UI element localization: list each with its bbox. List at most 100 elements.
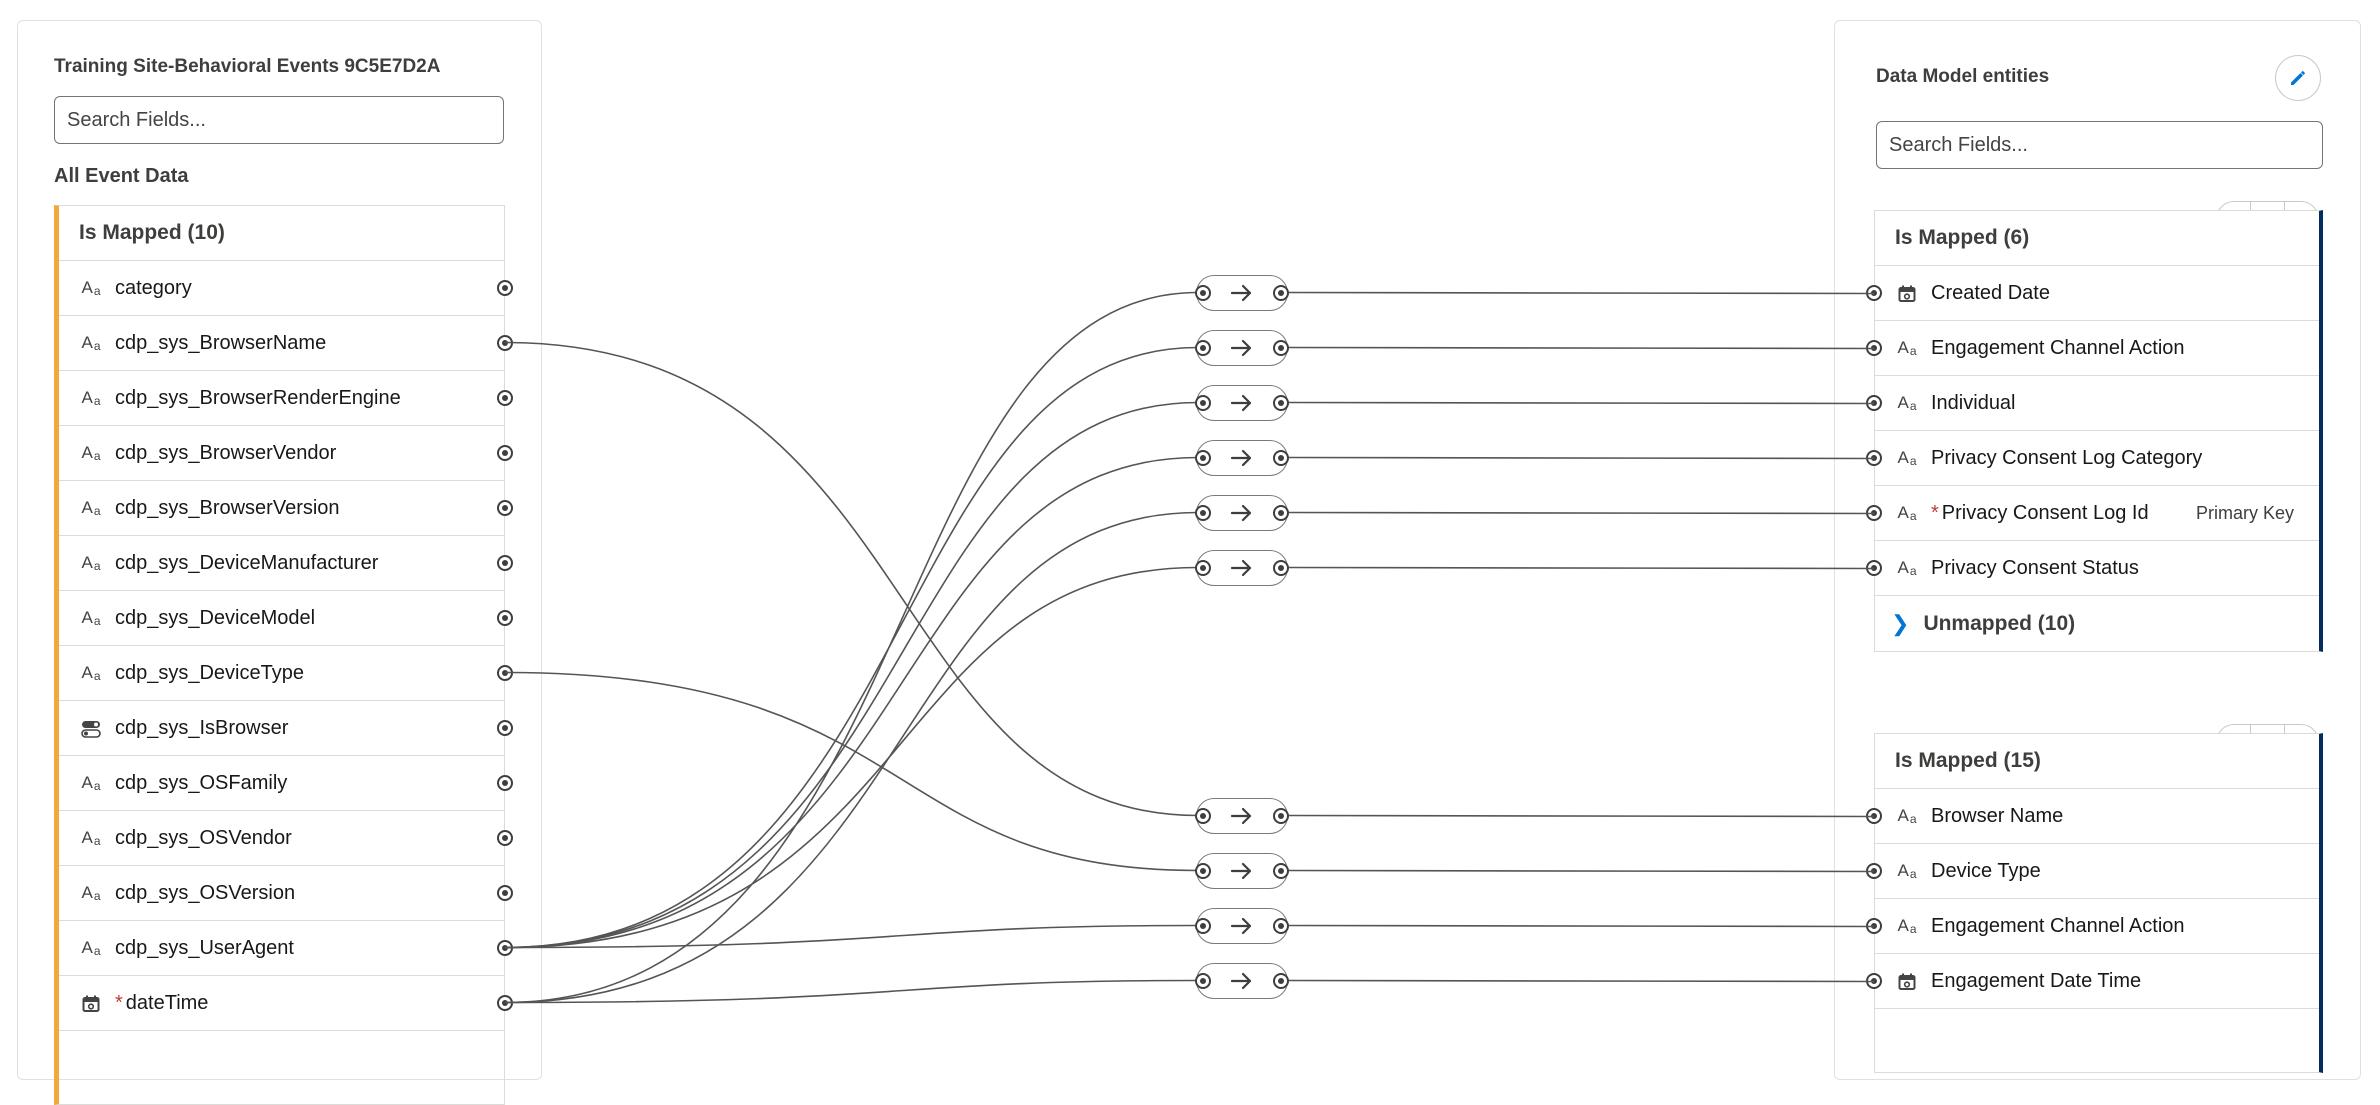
source-field-row[interactable]: * dateTime [59, 976, 513, 1031]
entity-mapped-group-header[interactable]: Is Mapped (6) [1875, 211, 2319, 266]
target-field-row[interactable]: Aa Engagement Channel Action [1866, 321, 2319, 376]
node-input-handle[interactable] [1195, 862, 1211, 879]
mapping-node[interactable] [1195, 907, 1289, 944]
source-field-row[interactable]: Aa cdp_sys_DeviceManufacturer [59, 536, 513, 591]
target-field-row[interactable]: Aa * Privacy Consent Log Id Primary Key [1866, 486, 2319, 541]
node-input-handle[interactable] [1195, 284, 1211, 301]
source-field-row[interactable]: Aa cdp_sys_BrowserVendor [59, 426, 513, 481]
target-field-row[interactable]: Aa Device Type [1866, 844, 2319, 899]
source-field-row[interactable]: Aa cdp_sys_UserAgent [59, 921, 513, 976]
mapping-line-source [504, 291, 1199, 1004]
target-field-row[interactable]: Engagement Date Time [1866, 954, 2319, 1009]
target-field-row[interactable]: Created Date [1866, 266, 2319, 321]
node-input-handle[interactable] [1195, 972, 1211, 989]
target-field-label: Privacy Consent Log Category [1931, 446, 2203, 469]
target-connector-handle[interactable] [1866, 560, 1882, 576]
node-input-handle[interactable] [1195, 339, 1211, 356]
mapping-node[interactable] [1195, 549, 1289, 586]
source-field-row[interactable]: Aa cdp_sys_BrowserName [59, 316, 513, 371]
target-search-input[interactable] [1876, 121, 2323, 169]
target-connector-handle[interactable] [1866, 918, 1882, 934]
node-input-handle[interactable] [1195, 559, 1211, 576]
mapping-line-target [1287, 924, 1875, 928]
source-connector-handle[interactable] [497, 775, 513, 791]
mapping-node[interactable] [1195, 494, 1289, 531]
node-input-handle[interactable] [1195, 807, 1211, 824]
text-type-icon: Aa [81, 828, 101, 848]
target-connector-handle[interactable] [1866, 505, 1882, 521]
target-field-label: Engagement Channel Action [1931, 914, 2185, 937]
source-field-row[interactable]: Aa cdp_sys_BrowserRenderEngine [59, 371, 513, 426]
target-connector-handle[interactable] [1866, 340, 1882, 356]
node-output-handle[interactable] [1273, 972, 1289, 989]
source-search-input[interactable] [54, 96, 504, 144]
node-input-handle[interactable] [1195, 917, 1211, 934]
source-mapped-group-header[interactable]: Is Mapped (10) [59, 206, 504, 261]
source-field-row[interactable]: Aa cdp_sys_BrowserVersion [59, 481, 513, 536]
target-field-row[interactable]: Aa Engagement Channel Action [1866, 899, 2319, 954]
mapping-node[interactable] [1195, 962, 1289, 999]
mapping-node[interactable] [1195, 329, 1289, 366]
source-field-row[interactable]: Aa cdp_sys_OSFamily [59, 756, 513, 811]
node-output-handle[interactable] [1273, 284, 1289, 301]
source-connector-handle[interactable] [497, 720, 513, 736]
mapping-node[interactable] [1195, 274, 1289, 311]
source-connector-handle[interactable] [497, 665, 513, 681]
text-type-icon: Aa [1897, 503, 1917, 523]
source-connector-handle[interactable] [497, 335, 513, 351]
node-output-handle[interactable] [1273, 339, 1289, 356]
source-connector-handle[interactable] [497, 995, 513, 1011]
target-field-row[interactable]: Aa Individual [1866, 376, 2319, 431]
arrow-right-icon [1230, 807, 1252, 824]
source-connector-handle[interactable] [497, 555, 513, 571]
source-connector-handle[interactable] [497, 610, 513, 626]
node-output-handle[interactable] [1273, 449, 1289, 466]
required-marker: * [115, 991, 123, 1014]
source-field-row[interactable]: cdp_sys_IsBrowser [59, 701, 513, 756]
target-connector-handle[interactable] [1866, 285, 1882, 301]
node-input-handle[interactable] [1195, 394, 1211, 411]
entity-mapped-group-header[interactable]: Is Mapped (15) [1875, 734, 2319, 789]
target-connector-handle[interactable] [1866, 973, 1882, 989]
mapping-node[interactable] [1195, 384, 1289, 421]
text-type-icon: Aa [1897, 448, 1917, 468]
source-connector-handle[interactable] [497, 940, 513, 956]
calendar-type-icon [1895, 971, 1919, 991]
source-connector-handle[interactable] [497, 280, 513, 296]
target-field-row[interactable]: Aa Browser Name [1866, 789, 2319, 844]
mapping-node[interactable] [1195, 852, 1289, 889]
source-field-row[interactable]: Aa cdp_sys_DeviceType [59, 646, 513, 701]
mapping-node[interactable] [1195, 797, 1289, 834]
target-connector-handle[interactable] [1866, 808, 1882, 824]
source-connector-handle[interactable] [497, 885, 513, 901]
node-input-handle[interactable] [1195, 504, 1211, 521]
node-output-handle[interactable] [1273, 559, 1289, 576]
source-field-label: cdp_sys_DeviceType [115, 661, 304, 684]
source-connector-handle[interactable] [497, 390, 513, 406]
target-field-row[interactable]: Aa Privacy Consent Log Category [1866, 431, 2319, 486]
edit-entities-button[interactable] [2275, 55, 2321, 101]
source-field-row[interactable]: Aa category [59, 261, 513, 316]
target-connector-handle[interactable] [1866, 450, 1882, 466]
node-input-handle[interactable] [1195, 449, 1211, 466]
source-field-row[interactable]: Aa cdp_sys_DeviceModel [59, 591, 513, 646]
text-type-icon: Aa [81, 388, 101, 408]
node-output-handle[interactable] [1273, 917, 1289, 934]
source-connector-handle[interactable] [497, 830, 513, 846]
target-field-row[interactable]: Aa Privacy Consent Status [1866, 541, 2319, 596]
source-connector-handle[interactable] [497, 500, 513, 516]
node-output-handle[interactable] [1273, 862, 1289, 879]
target-field-label: Privacy Consent Status [1931, 556, 2139, 579]
source-field-row[interactable]: Aa cdp_sys_OSVersion [59, 866, 513, 921]
target-connector-handle[interactable] [1866, 395, 1882, 411]
target-connector-handle[interactable] [1866, 863, 1882, 879]
source-field-row[interactable]: Aa cdp_sys_OSVendor [59, 811, 513, 866]
node-output-handle[interactable] [1273, 807, 1289, 824]
text-type-icon: Aa [1897, 558, 1917, 578]
mapping-node[interactable] [1195, 439, 1289, 476]
node-output-handle[interactable] [1273, 394, 1289, 411]
source-field-label: dateTime [125, 991, 209, 1014]
node-output-handle[interactable] [1273, 504, 1289, 521]
source-connector-handle[interactable] [497, 445, 513, 461]
unmapped-group-toggle[interactable]: ❯ Unmapped (10) [1875, 596, 2319, 651]
